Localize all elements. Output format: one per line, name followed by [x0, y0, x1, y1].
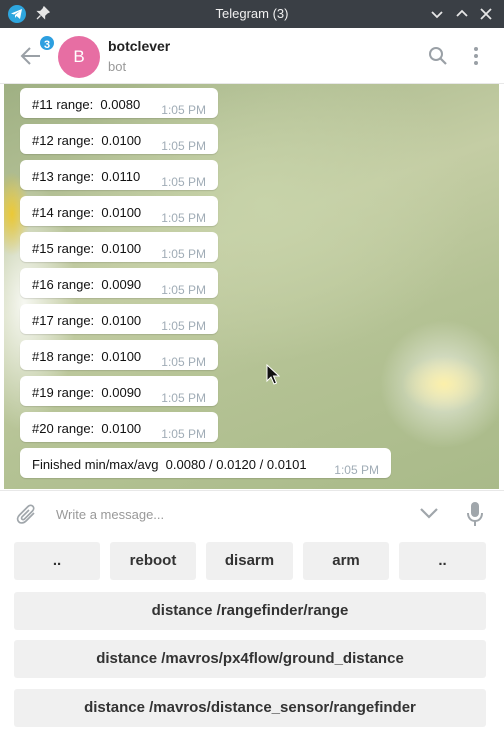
kb-button-distance-rangefinder[interactable]: distance /rangefinder/range — [14, 592, 486, 630]
message-bubble[interactable]: #11 range: 0.0080 1:05 PM — [20, 88, 218, 118]
more-vert-icon[interactable] — [468, 45, 484, 67]
chat-name[interactable]: botclever — [108, 38, 170, 54]
message-time: 1:05 PM — [161, 355, 206, 369]
message-time: 1:05 PM — [334, 463, 379, 477]
avatar[interactable]: B — [58, 36, 100, 78]
message-bubble[interactable]: #17 range: 0.0100 1:05 PM — [20, 304, 218, 334]
kb-button-reboot[interactable]: reboot — [110, 542, 196, 580]
message-bubble[interactable]: Finished min/max/avg 0.0080 / 0.0120 / 0… — [20, 448, 391, 478]
message-list[interactable]: #11 range: 0.0080 1:05 PM #12 range: 0.0… — [4, 84, 499, 489]
message-bubble[interactable]: #18 range: 0.0100 1:05 PM — [20, 340, 218, 370]
message-text: #19 range: 0.0090 — [32, 385, 142, 400]
message-text: #15 range: 0.0100 — [32, 241, 142, 256]
message-bubble[interactable]: #13 range: 0.0110 1:05 PM — [20, 160, 218, 190]
message-time: 1:05 PM — [161, 283, 206, 297]
message-bubble[interactable]: #19 range: 0.0090 1:05 PM — [20, 376, 218, 406]
message-composer — [0, 490, 504, 536]
message-text: #16 range: 0.0090 — [32, 277, 142, 292]
message-time: 1:05 PM — [161, 211, 206, 225]
message-bubble[interactable]: #14 range: 0.0100 1:05 PM — [20, 196, 218, 226]
kb-button-distance-px4flow[interactable]: distance /mavros/px4flow/ground_distance — [14, 640, 486, 678]
message-text: #20 range: 0.0100 — [32, 421, 142, 436]
search-icon[interactable] — [428, 46, 448, 66]
message-text: #17 range: 0.0100 — [32, 313, 142, 328]
chevron-down-icon[interactable] — [418, 505, 440, 521]
microphone-icon[interactable] — [466, 501, 484, 527]
kb-button-arm[interactable]: arm — [303, 542, 389, 580]
message-time: 1:05 PM — [161, 319, 206, 333]
message-bubble[interactable]: #20 range: 0.0100 1:05 PM — [20, 412, 218, 442]
message-text: #11 range: 0.0080 — [32, 97, 141, 112]
message-time: 1:05 PM — [161, 391, 206, 405]
paperclip-icon[interactable] — [16, 502, 38, 526]
unread-badge: 3 — [38, 34, 56, 52]
message-time: 1:05 PM — [161, 247, 206, 261]
maximize-icon[interactable] — [454, 6, 470, 22]
message-text: #12 range: 0.0100 — [32, 133, 142, 148]
message-text: #13 range: 0.0110 — [32, 169, 141, 184]
chat-status: bot — [108, 59, 127, 74]
message-time: 1:05 PM — [161, 175, 206, 189]
message-input[interactable] — [56, 503, 396, 525]
kb-button-disarm[interactable]: disarm — [206, 542, 293, 580]
kb-button-distance-sensor[interactable]: distance /mavros/distance_sensor/rangefi… — [14, 689, 486, 727]
bot-keyboard: .. reboot disarm arm .. distance /rangef… — [0, 536, 504, 732]
kb-button-dots-left[interactable]: .. — [14, 542, 100, 580]
chat-header: 3 B botclever bot — [0, 28, 504, 84]
message-bubble[interactable]: #12 range: 0.0100 1:05 PM — [20, 124, 218, 154]
message-bubble[interactable]: #15 range: 0.0100 1:05 PM — [20, 232, 218, 262]
message-text: #18 range: 0.0100 — [32, 349, 142, 364]
back-arrow-icon[interactable] — [20, 45, 42, 67]
message-bubble[interactable]: #16 range: 0.0090 1:05 PM — [20, 268, 218, 298]
message-text: #14 range: 0.0100 — [32, 205, 142, 220]
message-text: Finished min/max/avg 0.0080 / 0.0120 / 0… — [32, 457, 307, 472]
message-time: 1:05 PM — [161, 139, 206, 153]
window-titlebar: Telegram (3) — [0, 0, 504, 28]
mouse-pointer-icon — [266, 364, 280, 385]
close-icon[interactable] — [478, 6, 494, 22]
minimize-icon[interactable] — [429, 6, 445, 22]
kb-button-dots-right[interactable]: .. — [399, 542, 486, 580]
message-time: 1:05 PM — [161, 427, 206, 441]
message-time: 1:05 PM — [161, 103, 206, 117]
